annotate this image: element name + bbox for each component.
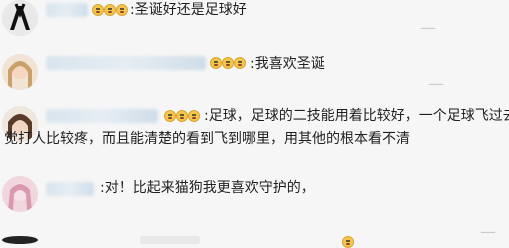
avatar[interactable]	[2, 0, 38, 36]
username-blurred[interactable]	[46, 56, 206, 70]
faint-mark: —	[480, 222, 496, 241]
avatar[interactable]	[2, 54, 38, 90]
emoji-icon	[222, 57, 234, 69]
emoji-icon	[92, 4, 104, 16]
emoji-icon	[104, 4, 116, 16]
username-blurred	[140, 236, 200, 244]
comment-text: :我喜欢圣诞	[250, 56, 325, 72]
emoji-icon	[176, 110, 188, 122]
emoji-icon	[188, 110, 200, 122]
emoji-icon	[164, 110, 176, 122]
emoji-icon	[210, 57, 222, 69]
emoji-icon	[116, 4, 128, 16]
faint-mark: —	[420, 18, 436, 37]
username-blurred[interactable]	[46, 3, 88, 17]
avatar[interactable]	[2, 176, 38, 212]
comment-row: :我喜欢圣诞 —	[0, 50, 509, 100]
faint-mark: —	[428, 74, 444, 93]
emoji-icon	[342, 236, 354, 248]
comment-text: :足球，足球的二技能用着比较好，一个足球飞过去	[204, 108, 509, 124]
avatar[interactable]	[2, 236, 38, 244]
comment-row: :圣诞好还是足球好 —	[0, 0, 509, 40]
comment-text: :对！比起来猫狗我更喜欢守护的，	[100, 180, 315, 196]
emoji-icon	[234, 57, 246, 69]
comment-text: :圣诞好还是足球好	[130, 2, 247, 18]
username-blurred[interactable]	[46, 109, 158, 123]
comment-row: :对！比起来猫狗我更喜欢守护的，	[0, 172, 509, 216]
comment-row: :足球，足球的二技能用着比较好，一个足球飞过去 觉打人比较疼，而且能清楚的看到飞…	[0, 104, 509, 162]
username-blurred[interactable]	[46, 182, 94, 196]
comment-text-continued: 觉打人比较疼，而且能清楚的看到飞到哪里，用其他的根本看不清	[4, 131, 410, 147]
